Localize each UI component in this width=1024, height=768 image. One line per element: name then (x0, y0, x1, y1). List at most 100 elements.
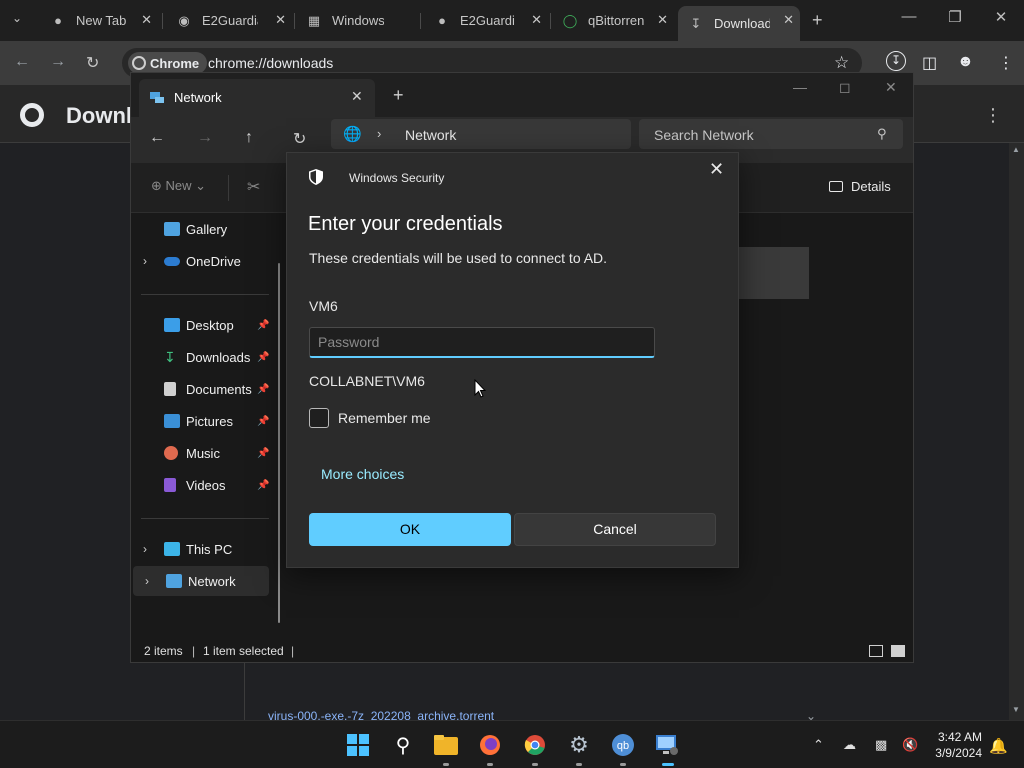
sidebar-scrollbar[interactable] (278, 263, 280, 623)
sidebar-item-downloads[interactable]: ↧ Downloads 📌 (131, 342, 269, 372)
close-icon[interactable]: ✕ (141, 12, 152, 28)
close-icon[interactable]: ✕ (657, 12, 668, 28)
sidebar-item-desktop[interactable]: Desktop 📌 (131, 310, 269, 340)
chrome-icon (132, 56, 146, 70)
up-icon[interactable]: ↑ (245, 129, 253, 147)
tab-downloads[interactable]: ↧ Downloads ✕ (678, 6, 800, 41)
cut-icon[interactable]: ✂ (247, 177, 260, 197)
new-tab-button[interactable]: + (393, 85, 404, 106)
close-icon[interactable]: ✕ (351, 88, 363, 105)
remote-desktop-icon[interactable] (655, 733, 679, 757)
close-icon[interactable]: ✕ (275, 12, 286, 28)
system-clock[interactable]: 3:42 AM 3/9/2024 (924, 729, 982, 761)
sidebar-item-documents[interactable]: Documents 📌 (131, 374, 269, 404)
password-input[interactable] (309, 327, 655, 358)
maximize-icon[interactable]: ❐ (932, 8, 978, 26)
download-icon: ↧ (164, 349, 176, 365)
new-button[interactable]: ⊕ New ⌄ (151, 178, 206, 194)
side-panel-icon[interactable]: ◫ (922, 53, 937, 73)
sidebar-item-onedrive[interactable]: › OneDrive (131, 246, 269, 276)
tab-search-icon[interactable]: ⌄ (12, 11, 22, 25)
explorer-tab-network[interactable]: Network ✕ (139, 79, 375, 117)
windows-security-dialog: Windows Security ✕ Enter your credential… (286, 152, 739, 568)
chrome-icon: ● (438, 13, 446, 28)
details-pane-icon (829, 181, 843, 192)
ok-button[interactable]: OK (309, 513, 511, 546)
sidebar-item-pictures[interactable]: Pictures 📌 (131, 406, 269, 436)
close-icon[interactable]: ✕ (531, 12, 542, 28)
navigation-pane: Gallery › OneDrive Desktop 📌 ↧ Downloads… (131, 214, 281, 634)
new-tab-button[interactable]: + (812, 10, 823, 31)
network-status-icon[interactable]: ▩ (875, 737, 887, 753)
chevron-right-icon[interactable]: › (145, 574, 149, 588)
network-icon (150, 92, 164, 103)
address-bar[interactable]: 🌐 › Network (331, 119, 631, 149)
computer-icon (164, 542, 180, 556)
chrome-icon: ● (54, 13, 62, 28)
windows-taskbar: ⚲ ⚙ qb ⌃ ☁ ▩ 🔇 3:42 AM 3/9/2024 🔔 (0, 720, 1024, 768)
qbittorrent-icon[interactable]: qb (611, 733, 635, 757)
back-icon[interactable]: ← (149, 129, 165, 147)
bookmark-star-icon[interactable]: ☆ (834, 53, 849, 73)
minimize-icon[interactable]: — (793, 79, 807, 95)
show-hidden-icons-icon[interactable]: ⌃ (813, 737, 824, 753)
notification-bell-icon[interactable]: 🔔 (989, 737, 1008, 755)
minimize-icon[interactable]: — (886, 8, 932, 25)
chevron-right-icon[interactable]: › (143, 254, 147, 268)
search-box[interactable]: Search Network ⚲ (639, 119, 903, 149)
sidebar-item-videos[interactable]: Videos 📌 (131, 470, 269, 500)
large-icons-view-icon[interactable] (891, 645, 905, 657)
pin-icon[interactable]: 📌 (257, 448, 269, 459)
settings-gear-icon[interactable]: ⚙ (567, 732, 591, 757)
downloads-icon[interactable]: ↧ (886, 51, 906, 71)
file-explorer-icon[interactable] (434, 733, 458, 757)
sidebar-item-music[interactable]: Music 📌 (131, 438, 269, 468)
back-icon[interactable]: ← (14, 53, 30, 71)
close-window-icon[interactable]: ✕ (885, 79, 897, 96)
chrome-icon[interactable] (523, 733, 547, 757)
profile-icon[interactable]: ☻ (957, 53, 974, 71)
search-icon[interactable]: ⚲ (391, 733, 415, 757)
details-button[interactable]: Details (829, 179, 891, 194)
tab-e2guardian[interactable]: ● E2Guardia ✕ (424, 6, 548, 35)
pin-icon[interactable]: 📌 (257, 480, 269, 491)
remember-me-checkbox[interactable]: Remember me (309, 408, 431, 428)
gallery-icon (164, 222, 180, 236)
page-scrollbar[interactable]: ▲ ▼ (1009, 143, 1024, 720)
close-icon[interactable]: ✕ (709, 159, 724, 180)
details-view-icon[interactable] (869, 645, 883, 657)
pin-icon[interactable]: 📌 (257, 384, 269, 395)
maximize-icon[interactable]: ◻ (839, 79, 851, 96)
volume-muted-icon[interactable]: 🔇 (902, 737, 918, 753)
more-choices-link[interactable]: More choices (321, 466, 404, 482)
sidebar-item-gallery[interactable]: Gallery (131, 214, 269, 244)
onedrive-offline-icon[interactable]: ☁ (843, 737, 856, 753)
chevron-right-icon[interactable]: › (377, 126, 381, 141)
tab-new-tab[interactable]: ● New Tab ✕ (40, 6, 158, 35)
pin-icon[interactable]: 📌 (257, 320, 269, 331)
site-info-chip[interactable]: Chrome (128, 52, 208, 74)
tab-qbittorrent[interactable]: ◯ qBittorrent ✕ (552, 6, 674, 35)
tab-e2guardian-github[interactable]: ◉ E2Guardian ✕ (166, 6, 292, 35)
cancel-button[interactable]: Cancel (514, 513, 716, 546)
username-label: VM6 (309, 298, 338, 314)
reload-icon[interactable]: ↻ (86, 53, 99, 73)
start-icon[interactable] (346, 733, 370, 757)
search-icon: ⚲ (877, 126, 887, 141)
sidebar-item-network[interactable]: › Network (133, 566, 269, 596)
forward-icon[interactable]: → (197, 129, 213, 147)
firefox-icon[interactable] (478, 733, 502, 757)
forward-icon[interactable]: → (50, 53, 66, 71)
pin-icon[interactable]: 📌 (257, 352, 269, 363)
refresh-icon[interactable]: ↻ (293, 129, 306, 149)
chrome-menu-icon[interactable]: ⋮ (998, 53, 1014, 73)
network-item-selected[interactable] (739, 247, 809, 299)
more-options-icon[interactable]: ⋮ (984, 105, 1002, 126)
pin-icon[interactable]: 📌 (257, 416, 269, 427)
close-window-icon[interactable]: ✕ (978, 8, 1024, 26)
close-icon[interactable]: ✕ (783, 12, 794, 28)
sidebar-item-this-pc[interactable]: › This PC (131, 534, 269, 564)
chevron-right-icon[interactable]: › (143, 542, 147, 556)
tab-windows[interactable]: ▦ Windows 1 (296, 6, 416, 35)
checkbox-box[interactable] (309, 408, 329, 428)
